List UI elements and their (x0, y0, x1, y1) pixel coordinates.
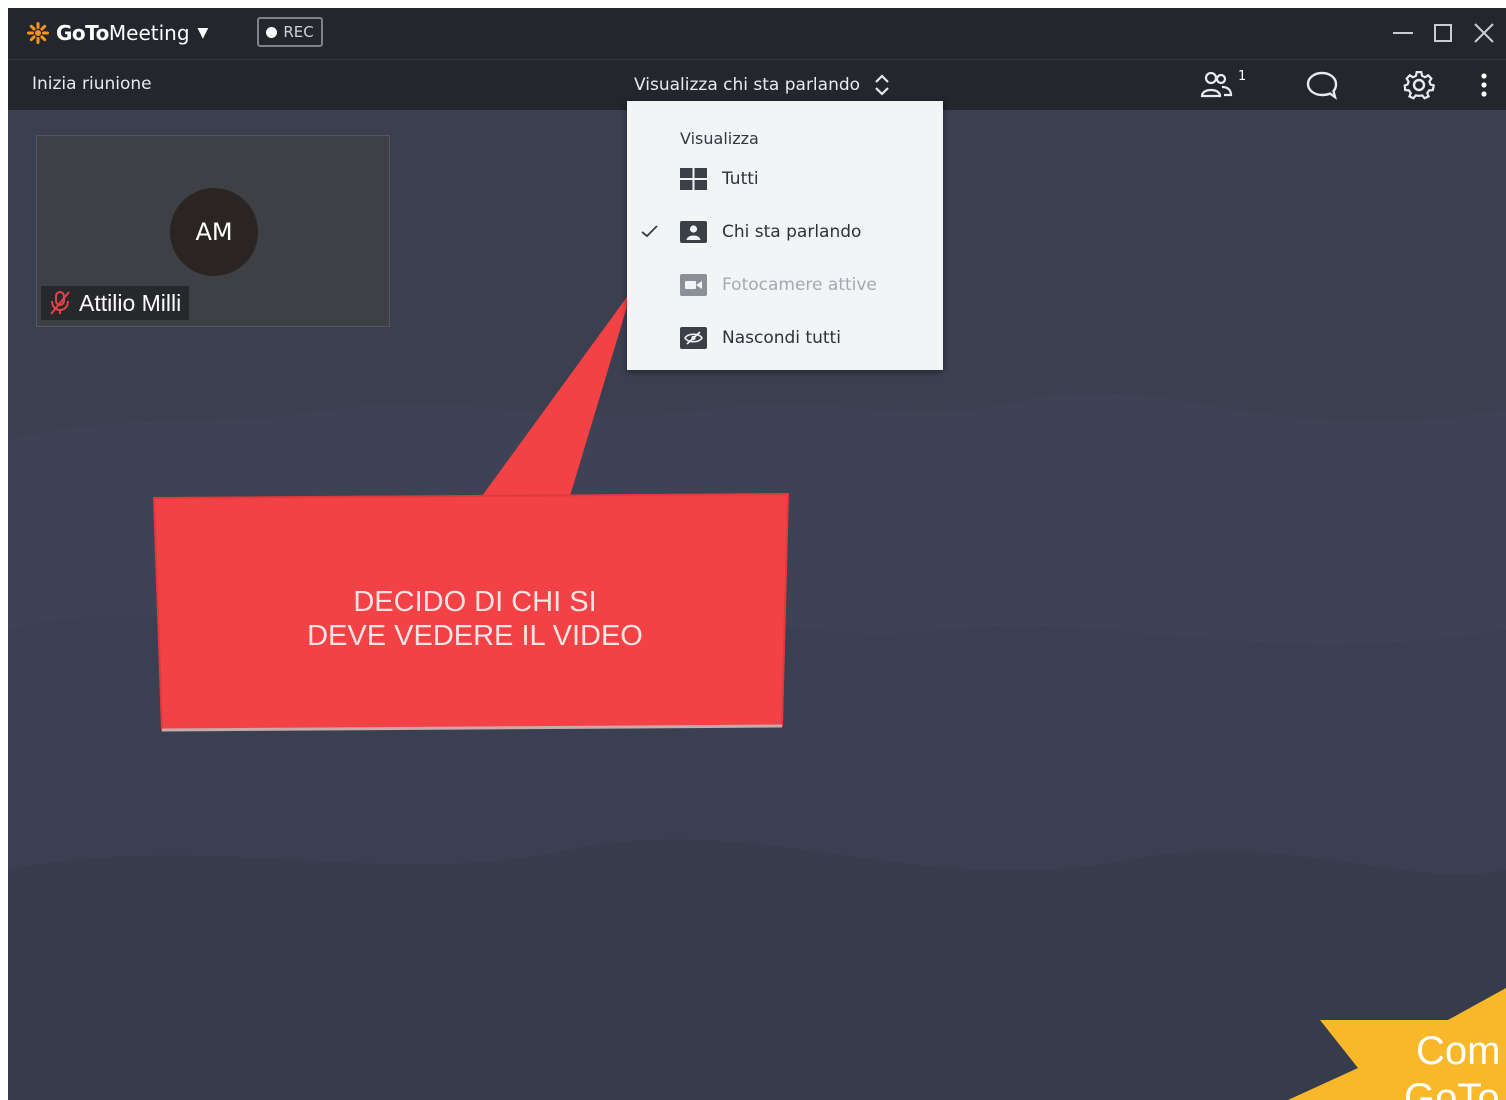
corner-banner-line-2: GoTo (1404, 1076, 1500, 1100)
app-window: GoTo Meeting ▼ REC Inizia riunione Visual… (8, 8, 1506, 1100)
corner-banner-line-1: Com (1416, 1029, 1501, 1073)
corner-banner-shape (1288, 988, 1506, 1100)
